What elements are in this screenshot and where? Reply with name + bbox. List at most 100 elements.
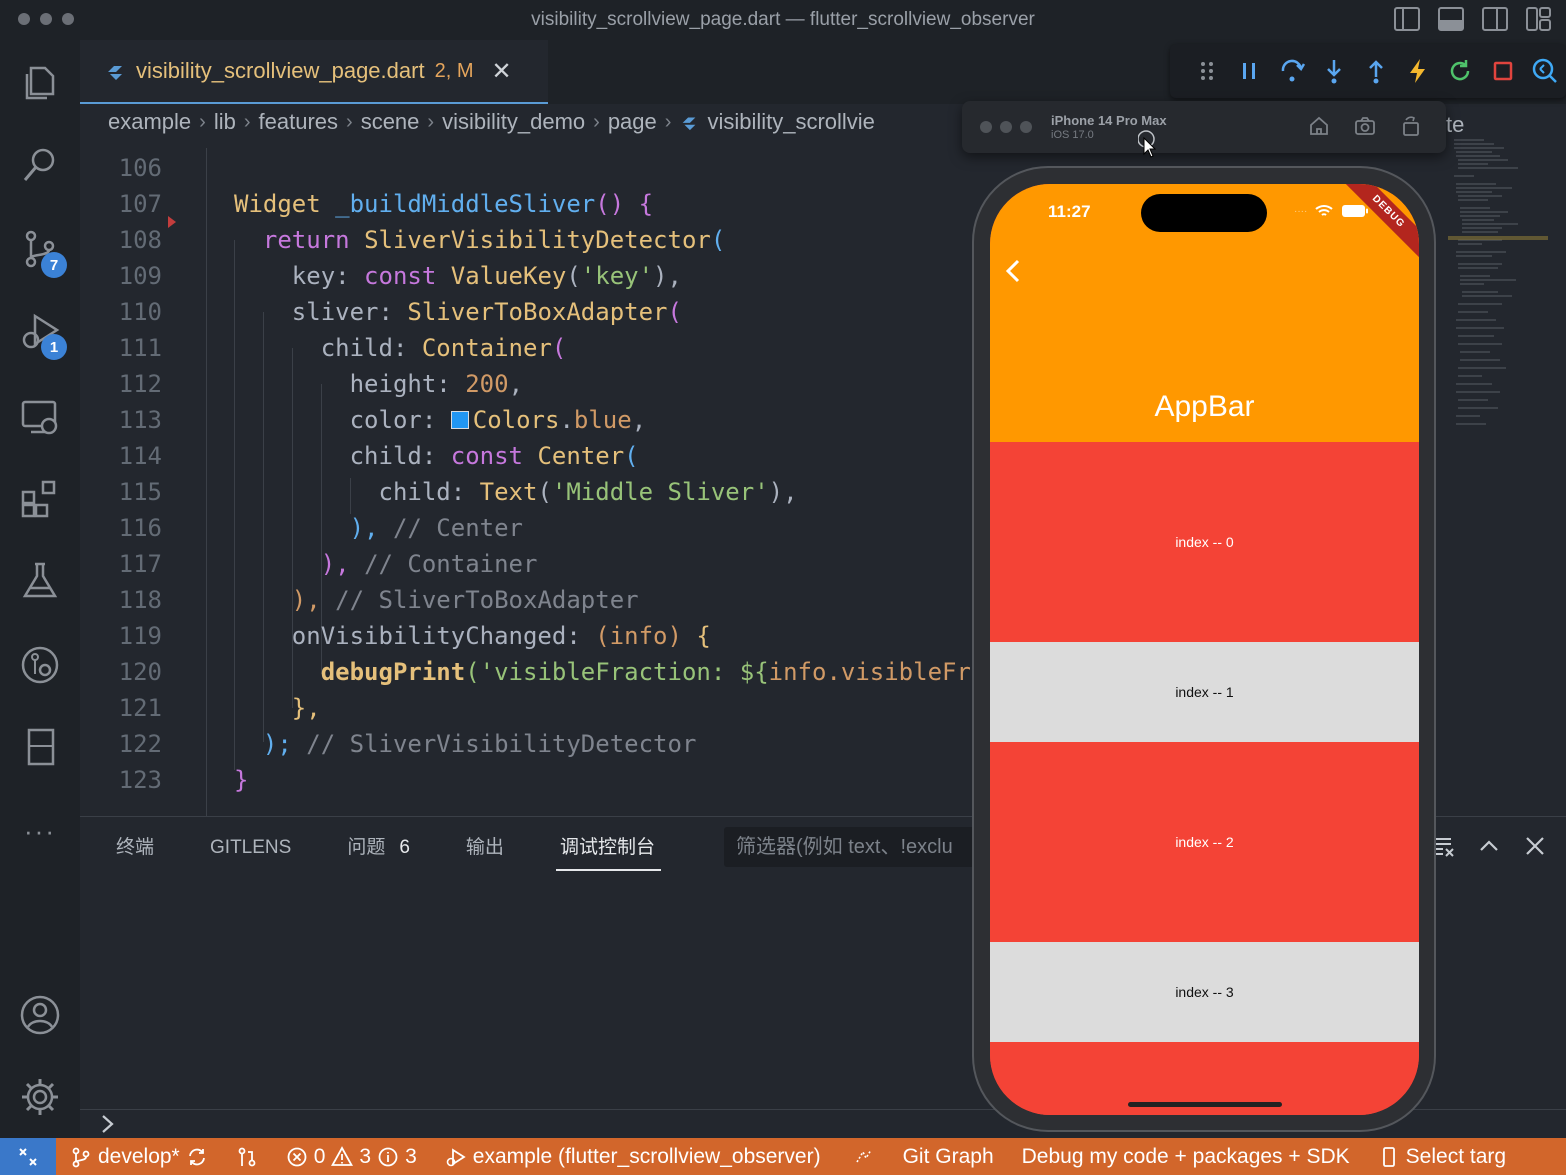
code-editor[interactable]: 106 107 Widget _buildMiddleSliver() { 108… — [80, 148, 970, 816]
home-icon[interactable] — [1308, 115, 1330, 137]
home-indicator[interactable] — [1128, 1102, 1282, 1107]
panel-tabs: 终端 GITLENS 问题 6 输出 调试控制台 — [80, 831, 675, 871]
git-compare-icon — [238, 1147, 256, 1166]
breadcrumb: example › lib › features › scene › visibilit… — [108, 109, 875, 135]
rotate-device-icon[interactable] — [1400, 115, 1422, 137]
step-into-icon[interactable] — [1313, 49, 1355, 93]
tab-problems[interactable]: 问题 6 — [311, 831, 430, 871]
pause-icon[interactable] — [1228, 49, 1270, 93]
warning-icon — [331, 1145, 354, 1166]
back-arrow-icon[interactable] — [1004, 258, 1022, 284]
code-line: 114 child: const Center( — [118, 442, 639, 470]
run-debug-icon[interactable]: 1 — [0, 296, 80, 366]
breadcrumb-item[interactable]: features — [259, 109, 339, 135]
maximize-panel-icon[interactable] — [1476, 833, 1502, 859]
device-icon[interactable] — [0, 712, 80, 782]
tab-debug-console[interactable]: 调试控制台 — [524, 831, 675, 871]
mobile-device-icon — [1382, 1146, 1395, 1167]
more-icon[interactable]: ··· — [0, 796, 80, 866]
error-icon — [287, 1147, 307, 1166]
screenshot-camera-icon[interactable] — [1354, 115, 1376, 137]
hot-reload-icon[interactable] — [1397, 49, 1439, 93]
tab-terminal[interactable]: 终端 — [80, 831, 174, 871]
step-out-icon[interactable] — [1355, 49, 1397, 93]
code-line: 120 debugPrint('visibleFraction: ${info.… — [118, 658, 970, 686]
toggle-primary-sidebar-icon[interactable] — [1394, 7, 1420, 31]
git-branch[interactable]: develop* — [56, 1145, 222, 1169]
code-line: 119 onVisibilityChanged: (info) { — [118, 622, 711, 650]
editor-tab[interactable]: visibility_scrollview_page.dart 2, M ✕ — [80, 40, 548, 104]
remote-explorer-icon[interactable] — [0, 382, 80, 452]
source-control-icon[interactable]: 7 — [0, 214, 80, 284]
toggle-panel-icon[interactable] — [1438, 7, 1464, 31]
breadcrumb-item[interactable]: scene — [361, 109, 420, 135]
breadcrumb-item[interactable]: page — [608, 109, 657, 135]
console-prompt[interactable] — [100, 1113, 116, 1140]
customize-layout-icon[interactable] — [1526, 7, 1552, 31]
launch-config-label: example (flutter_scrollview_observer) — [472, 1144, 821, 1168]
minimap[interactable] — [1448, 136, 1548, 456]
step-over-icon[interactable] — [1270, 49, 1312, 93]
appbar-title: AppBar — [1154, 390, 1255, 423]
breadcrumb-item[interactable]: te — [1446, 112, 1464, 138]
list-item[interactable]: index -- 0 — [990, 442, 1419, 642]
problems-count: 6 — [399, 837, 410, 858]
problems-summary[interactable]: 0 3 3 — [272, 1145, 431, 1169]
explorer-icon[interactable] — [0, 48, 80, 118]
filter-input[interactable]: 筛选器(例如 text、!exclu — [724, 827, 984, 867]
branch-name: develop* — [98, 1144, 180, 1168]
wifi-icon — [1315, 205, 1333, 216]
color-swatch[interactable] — [450, 411, 469, 429]
tab-problems-label: 问题 — [347, 837, 386, 858]
code-line: 109 key: const ValueKey('key'), — [118, 262, 682, 290]
remote-indicator-icon[interactable] — [0, 1138, 56, 1175]
accounts-icon[interactable] — [0, 980, 80, 1050]
stop-icon[interactable] — [1482, 49, 1524, 93]
code-line: 117 ), // Container — [118, 550, 538, 578]
gitlens-compare[interactable] — [222, 1146, 272, 1168]
code-line: 122 ); // SliverVisibilityDetector — [118, 730, 697, 758]
device-status-icons: ···· — [1294, 204, 1369, 218]
dart-file-icon — [108, 66, 122, 80]
list-item[interactable]: index -- 2 — [990, 742, 1419, 942]
feedback-icon[interactable] — [835, 1146, 889, 1168]
breadcrumb-item[interactable]: visibility_demo — [442, 109, 585, 135]
testing-icon[interactable] — [0, 546, 80, 616]
breadcrumb-item[interactable]: lib — [214, 109, 236, 135]
app-bar: 11:27 ···· AppBar DEBUG — [990, 184, 1419, 442]
select-target-device[interactable]: Select targ — [1364, 1145, 1520, 1169]
close-panel-icon[interactable] — [1522, 833, 1548, 859]
breadcrumb-item[interactable]: visibility_scrollvie — [707, 109, 874, 135]
breadcrumb-item[interactable]: example — [108, 109, 191, 135]
gitlens-icon[interactable] — [0, 630, 80, 700]
code-line: 108 return SliverVisibilityDetector( — [118, 226, 726, 254]
devtools-icon[interactable] — [1524, 49, 1566, 93]
simulator-os-version: iOS 17.0 — [1051, 129, 1094, 141]
code-line: 115 child: Text('Middle Sliver'), — [118, 478, 798, 506]
list-item-label: index -- 1 — [1175, 684, 1234, 700]
tab-close-icon[interactable]: ✕ — [491, 57, 511, 86]
simulator-screen[interactable]: 11:27 ···· AppBar DEBUG index -- 0 index… — [990, 184, 1419, 1115]
debug-mode-button[interactable]: Debug my code + packages + SDK — [1008, 1145, 1364, 1169]
launch-config[interactable]: example (flutter_scrollview_observer) — [431, 1145, 835, 1169]
sync-icon[interactable] — [186, 1146, 208, 1168]
search-icon[interactable] — [0, 130, 80, 200]
simulator-window-controls[interactable] — [980, 121, 1032, 133]
git-graph-label: Git Graph — [902, 1144, 994, 1168]
code-line: 116 ), // Center — [118, 514, 523, 542]
drag-handle-icon[interactable] — [1186, 49, 1228, 93]
list-item[interactable]: index -- 1 — [990, 642, 1419, 742]
extensions-icon[interactable] — [0, 464, 80, 534]
dart-file-icon — [683, 117, 696, 131]
toggle-secondary-sidebar-icon[interactable] — [1482, 7, 1508, 31]
restart-icon[interactable] — [1439, 49, 1481, 93]
tab-gitlens[interactable]: GITLENS — [174, 831, 311, 871]
settings-gear-icon[interactable] — [0, 1062, 80, 1132]
git-graph-button[interactable]: Git Graph — [889, 1145, 1008, 1169]
list-item[interactable]: index -- 3 — [990, 942, 1419, 1042]
tab-output[interactable]: 输出 — [430, 831, 524, 871]
vscode-window: visibility_scrollview_page.dart — flutte… — [0, 0, 1566, 1175]
simulator-actions — [1308, 115, 1422, 137]
list-item-label: index -- 3 — [1175, 984, 1234, 1000]
debug-mode-label: Debug my code + packages + SDK — [1021, 1144, 1350, 1168]
